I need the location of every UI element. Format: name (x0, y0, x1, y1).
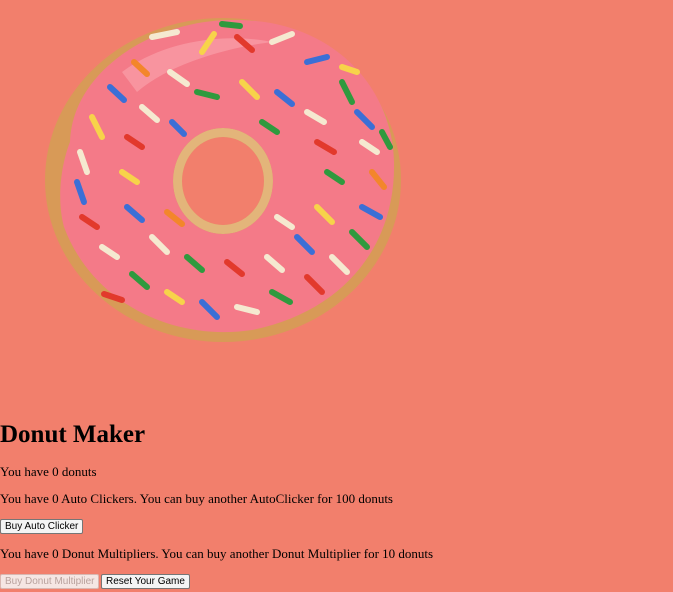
donut-multiplier-text: You have 0 Donut Multipliers. You can bu… (0, 546, 434, 561)
page-title: Donut Maker (0, 421, 146, 448)
buy-auto-clicker-button[interactable]: Buy Auto Clicker (0, 519, 84, 534)
donut-svg (45, 18, 401, 342)
auto-clicker-text: You have 0 Auto Clickers. You can buy an… (0, 491, 393, 506)
donut-image[interactable] (42, 12, 404, 344)
donut-count-text: You have 0 donuts (0, 464, 97, 479)
reset-game-button[interactable]: Reset Your Game (101, 574, 190, 589)
buy-donut-multiplier-button[interactable]: Buy Donut Multiplier (0, 574, 100, 589)
